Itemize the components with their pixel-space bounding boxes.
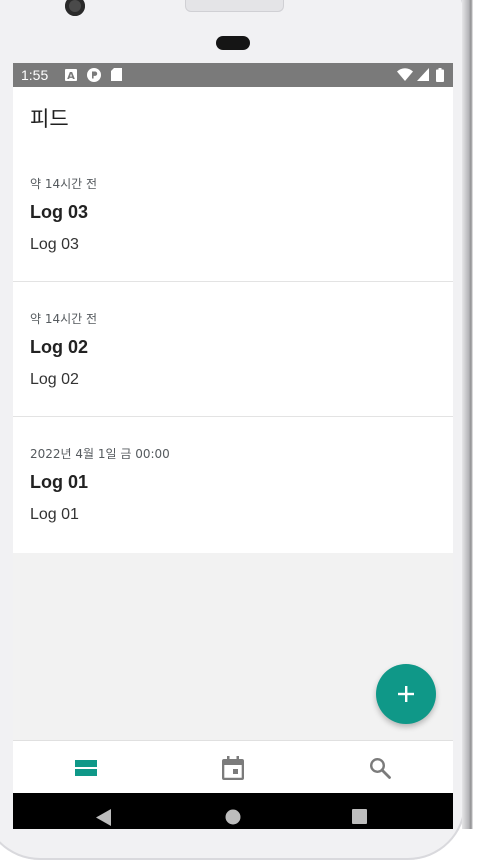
top-speaker-grill [185,0,284,12]
p-notification-icon [87,68,101,82]
feed-item-title: Log 02 [30,337,89,357]
status-time: 1:55 [21,67,49,83]
app-bar: 피드 [13,87,453,147]
feed-item-title: Log 01 [30,472,89,492]
feed-item-body: Log 02 [30,371,79,388]
svg-text:A: A [67,71,75,81]
page-title: 피드 [30,107,69,131]
sd-card-icon [111,68,122,81]
status-bar: 1:55 A [13,63,453,87]
nav-item-feed[interactable] [13,741,159,794]
back-icon[interactable] [96,809,111,829]
feed-item-title: Log 03 [30,202,89,222]
a-notification-icon: A [65,68,77,82]
feed-item-body: Log 03 [30,236,79,253]
add-log-fab-button[interactable] [376,664,436,724]
feed-item-log-02[interactable]: 약 14시간 전 Log 02 Log 02 [13,282,453,417]
feed-item-log-01[interactable]: 2022년 4월 1일 금 00:00 Log 01 Log 01 [13,417,453,553]
add-icon [398,686,414,702]
feed-list-icon [75,759,97,776]
system-navigation-bar [13,793,453,829]
earpiece-speaker [216,36,250,50]
phone-side-edge [462,0,477,829]
battery-icon [436,68,444,82]
feed-item-log-03[interactable]: 약 14시간 전 Log 03 Log 03 [13,147,453,282]
wifi-icon [397,68,413,81]
feed-list: 약 14시간 전 Log 03 Log 03 약 14시간 전 Log 02 L… [13,147,453,553]
device-frame: 1:55 A 피드 약 14시간 전 Log 03 Log 03 약 14시간 … [0,0,477,860]
app-screen: 1:55 A 피드 약 14시간 전 Log 03 Log 03 약 14시간 … [13,63,453,829]
bottom-navigation [13,740,453,794]
search-icon [369,757,391,779]
feed-item-time: 2022년 4월 1일 금 00:00 [30,447,170,461]
nav-item-search[interactable] [307,741,453,794]
feed-item-body: Log 01 [30,506,79,523]
feed-item-time: 약 14시간 전 [30,177,98,191]
calendar-icon [222,755,244,780]
home-icon[interactable] [225,809,241,829]
nav-item-calendar[interactable] [160,741,306,794]
signal-icon [417,68,429,81]
recents-icon[interactable] [352,809,367,829]
feed-item-time: 약 14시간 전 [30,312,98,326]
